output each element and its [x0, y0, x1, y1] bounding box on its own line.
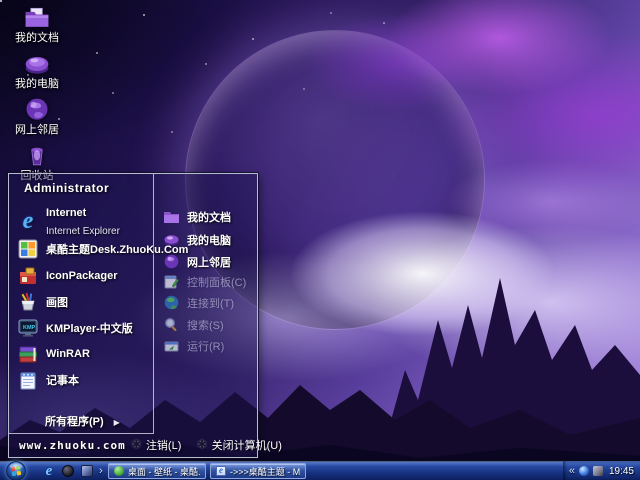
quick-launch-media-player-icon[interactable] — [61, 464, 75, 478]
notepad-icon — [17, 369, 39, 391]
taskbar: e › 桌面 - 壁纸 - 桌酷... ->>>桌酷主题 - Mi... « 1… — [0, 460, 640, 480]
desktop: 我的文档 我的电脑 网上邻居 — [0, 0, 640, 480]
my-documents-icon — [22, 4, 52, 32]
quick-launch-app-icon[interactable] — [80, 464, 94, 478]
desktop-icon-label: 网上邻居 — [4, 124, 70, 136]
taskbar-clock: 19:45 — [609, 466, 634, 477]
start-menu-item-kmplayer[interactable]: KMP KMPlayer-中文版 — [17, 317, 149, 339]
place-my-documents[interactable]: 我的文档 — [163, 208, 259, 225]
desktop-icon-my-documents[interactable]: 我的文档 — [4, 4, 70, 49]
start-menu-programs-panel: Administrator e Internet Internet Explor… — [9, 174, 154, 434]
place-label: 控制面板(C) — [187, 274, 246, 290]
program-title: KMPlayer-中文版 — [46, 320, 133, 336]
program-title: IconPackager — [46, 270, 118, 282]
place-connect-to[interactable]: 连接到(T) — [163, 294, 259, 311]
desktop-icon-label: 我的文档 — [4, 32, 70, 44]
program-subtitle: Internet Explorer — [46, 226, 120, 237]
network-places-icon — [22, 96, 52, 124]
quick-launch-internet-explorer-icon[interactable]: e — [42, 464, 56, 478]
desktop-icon-my-computer[interactable]: 我的电脑 — [4, 50, 70, 95]
connect-to-icon — [163, 294, 180, 311]
place-label: 运行(R) — [187, 338, 224, 354]
shut-down-button[interactable]: ✱ 关闭计算机(U) — [197, 437, 282, 453]
task-button-icon — [114, 466, 124, 476]
task-button-icon — [216, 466, 226, 476]
place-network-places[interactable]: 网上邻居 — [163, 253, 259, 270]
log-off-label: 注销(L) — [146, 437, 181, 453]
shut-down-icon: ✱ — [197, 440, 206, 451]
start-menu-item-winrar[interactable]: WinRAR — [17, 343, 149, 365]
all-programs-button[interactable]: 所有程序(P) ▶ — [9, 413, 153, 429]
start-menu-item-paint[interactable]: 画图 — [17, 291, 149, 313]
place-label: 连接到(T) — [187, 295, 234, 311]
place-control-panel[interactable]: 控制面板(C) — [163, 273, 259, 290]
start-button[interactable] — [6, 461, 26, 480]
internet-explorer-icon: e — [17, 210, 39, 232]
zhuoku-site-link[interactable]: www.zhuoku.com — [19, 439, 126, 452]
place-run[interactable]: 运行(R) — [163, 337, 259, 354]
start-menu-item-zhuoku-theme[interactable]: 桌酷主题Desk.ZhuoKu.Com — [17, 238, 149, 260]
desktop-icon-label: 我的电脑 — [4, 78, 70, 90]
start-menu-item-internet-explorer[interactable]: e Internet Internet Explorer — [17, 203, 149, 239]
paint-icon — [17, 291, 39, 313]
start-menu-item-iconpackager[interactable]: IconPackager — [17, 265, 149, 287]
place-label: 搜索(S) — [187, 317, 224, 333]
task-button-label: 桌面 - 壁纸 - 桌酷... — [128, 465, 200, 478]
start-menu: Administrator e Internet Internet Explor… — [8, 173, 258, 458]
kmplayer-icon: KMP — [17, 317, 39, 339]
iconpackager-icon — [17, 265, 39, 287]
winrar-icon — [17, 343, 39, 365]
program-title: Internet — [46, 207, 86, 219]
quick-launch-bar: e › — [42, 461, 103, 480]
start-menu-user-name: Administrator — [24, 181, 109, 195]
run-icon — [163, 337, 180, 354]
network-places-icon — [163, 253, 180, 270]
zhuoku-theme-icon — [17, 238, 39, 260]
my-computer-icon — [22, 50, 52, 78]
start-menu-item-notepad[interactable]: 记事本 — [17, 369, 149, 391]
program-title: WinRAR — [46, 348, 90, 360]
quick-launch-overflow-chevron-icon[interactable]: › — [99, 465, 103, 477]
my-documents-icon — [163, 208, 180, 225]
start-menu-places-panel: 我的文档 我的电脑 网上邻居 控制面板(C) — [155, 174, 257, 434]
recycle-bin-icon — [22, 142, 52, 170]
all-programs-label: 所有程序(P) — [45, 416, 104, 428]
my-computer-icon — [163, 231, 180, 248]
system-tray: « 19:45 — [563, 461, 640, 480]
all-programs-arrow-icon: ▶ — [114, 418, 120, 427]
task-button-label: ->>>桌酷主题 - Mi... — [230, 465, 300, 478]
program-title: 记事本 — [46, 372, 79, 388]
place-my-computer[interactable]: 我的电脑 — [163, 231, 259, 248]
shut-down-label: 关闭计算机(U) — [212, 437, 282, 453]
log-off-button[interactable]: ✱ 注销(L) — [132, 437, 182, 453]
tray-volume-icon[interactable] — [593, 466, 603, 476]
wallpaper-stars — [0, 0, 2, 2]
desktop-icon-list: 我的文档 我的电脑 网上邻居 — [4, 4, 70, 188]
place-label: 我的电脑 — [187, 232, 231, 248]
tray-collapse-chevron-icon[interactable]: « — [569, 465, 575, 477]
control-panel-icon — [163, 273, 180, 290]
tray-network-icon[interactable] — [579, 466, 589, 476]
place-label: 我的文档 — [187, 209, 231, 225]
start-menu-footer: www.zhuoku.com ✱ 注销(L) ✱ 关闭计算机(U) — [9, 433, 257, 457]
svg-text:KMP: KMP — [23, 325, 36, 331]
task-button-desktop-wallpaper[interactable]: 桌面 - 壁纸 - 桌酷... — [108, 463, 206, 479]
desktop-icon-network-places[interactable]: 网上邻居 — [4, 96, 70, 141]
log-off-icon: ✱ — [132, 440, 141, 451]
place-search[interactable]: 搜索(S) — [163, 316, 259, 333]
program-title: 画图 — [46, 294, 68, 310]
search-icon — [163, 316, 180, 333]
place-label: 网上邻居 — [187, 254, 231, 270]
task-button-zhuoku-theme[interactable]: ->>>桌酷主题 - Mi... — [210, 463, 306, 479]
